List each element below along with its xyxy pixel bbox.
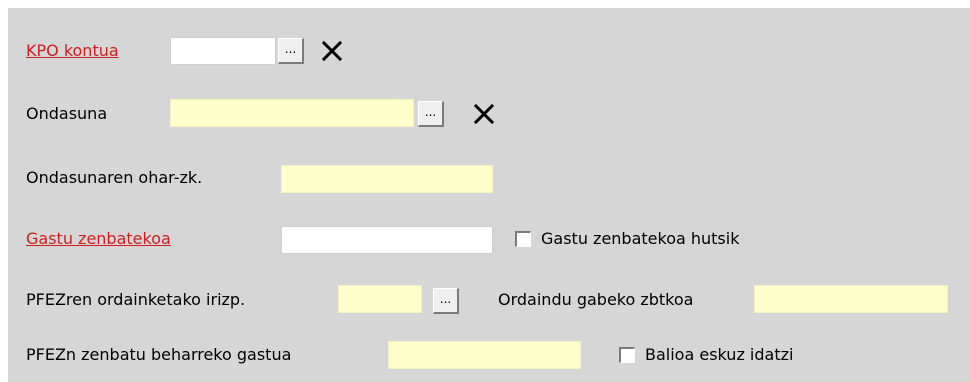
balioa-eskuz-label: Balioa eskuz idatzi <box>645 345 794 364</box>
ondasuna-input[interactable] <box>170 99 414 127</box>
kpo-kontua-input[interactable] <box>170 37 276 65</box>
pfez-ordainketa-input[interactable] <box>338 285 422 313</box>
ondasuna-label: Ondasuna <box>26 104 108 123</box>
checkbox-box[interactable] <box>515 231 531 247</box>
kpo-kontua-browse-button[interactable]: ... <box>278 38 304 64</box>
kpo-kontua-label[interactable]: KPO kontua <box>26 41 119 61</box>
checkbox-box[interactable] <box>619 347 635 363</box>
pfez-ordainketa-browse-button[interactable]: ... <box>433 288 459 314</box>
gastu-zenbatekoa-hutsik-checkbox[interactable]: Gastu zenbatekoa hutsik <box>515 229 739 249</box>
pfez-ordainketa-label: PFEZren ordainketako irizp. <box>26 290 246 309</box>
kpo-kontua-clear-icon[interactable] <box>321 40 343 62</box>
ordaindu-gabeko-input[interactable] <box>754 285 948 313</box>
pfez-zenbatu-input[interactable] <box>388 341 581 369</box>
ondasuna-browse-button[interactable]: ... <box>418 101 444 127</box>
ondasuna-clear-icon[interactable] <box>473 103 495 125</box>
ondasunaren-ohar-input[interactable] <box>281 165 493 193</box>
ordaindu-gabeko-label: Ordaindu gabeko zbtkoa <box>498 290 694 309</box>
ondasunaren-ohar-label: Ondasunaren ohar-zk. <box>26 168 203 187</box>
gastu-zenbatekoa-input[interactable] <box>281 226 493 254</box>
form-panel: KPO kontua ... Ondasuna ... Ondasunaren … <box>8 8 970 382</box>
pfez-zenbatu-label: PFEZn zenbatu beharreko gastua <box>26 345 292 364</box>
gastu-zenbatekoa-hutsik-label: Gastu zenbatekoa hutsik <box>541 229 740 248</box>
gastu-zenbatekoa-label[interactable]: Gastu zenbatekoa <box>26 229 171 249</box>
balioa-eskuz-checkbox[interactable]: Balioa eskuz idatzi <box>619 345 793 365</box>
